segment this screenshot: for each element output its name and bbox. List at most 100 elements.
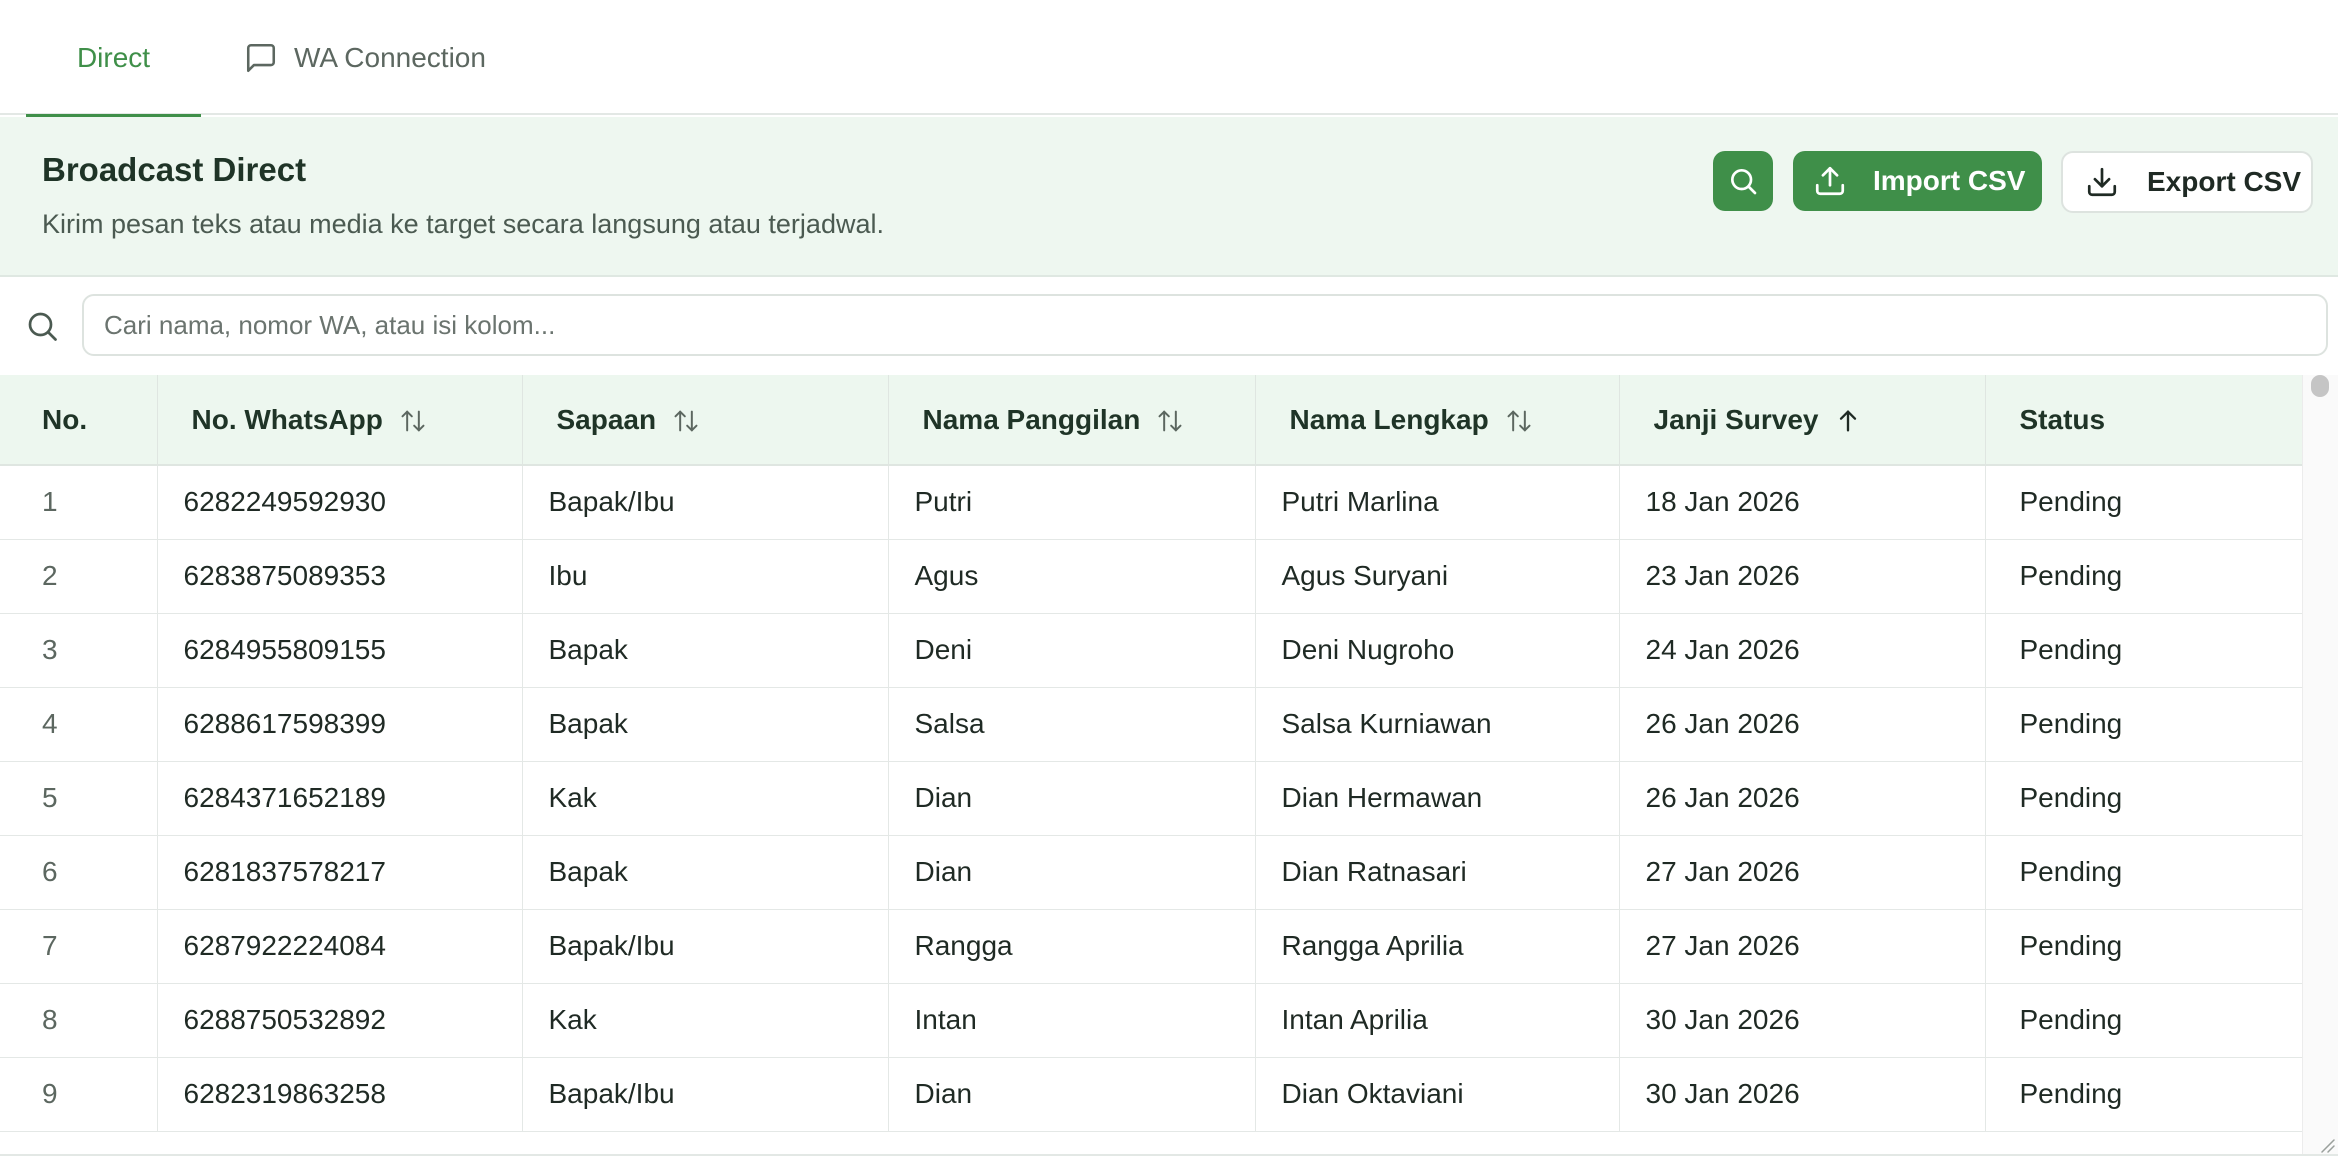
cell-sapaan: Ibu xyxy=(522,539,889,614)
column-header-whatsapp[interactable]: No. WhatsApp xyxy=(157,375,523,466)
cell-nama-lengkap: Agus Suryani xyxy=(1255,539,1620,614)
export-csv-button[interactable]: Export CSV xyxy=(2061,151,2313,213)
column-header-sapaan[interactable]: Sapaan xyxy=(522,375,889,466)
cell-no: 7 xyxy=(0,909,158,984)
cell-janji-survey: 23 Jan 2026 xyxy=(1619,539,1986,614)
table-row[interactable]: 8 6288750532892 Kak Intan Intan Aprilia 30 Ja… xyxy=(0,983,2302,1058)
search-bar xyxy=(0,279,2338,375)
cell-janji-survey: 30 Jan 2026 xyxy=(1619,1057,1986,1132)
cell-janji-survey: 24 Jan 2026 xyxy=(1619,613,1986,688)
tab-bar: Direct WA Connection xyxy=(0,0,2338,117)
cell-status: Pending xyxy=(1985,983,2302,1058)
column-header-janji-survey[interactable]: Janji Survey xyxy=(1619,375,1986,466)
cell-nama-panggilan: Dian xyxy=(888,835,1256,910)
page-title: Broadcast Direct xyxy=(42,151,307,188)
cell-nama-lengkap: Deni Nugroho xyxy=(1255,613,1620,688)
cell-status: Pending xyxy=(1985,613,2302,688)
toggle-search-button[interactable] xyxy=(1713,151,1773,211)
column-header-nama-lengkap[interactable]: Nama Lengkap xyxy=(1255,375,1620,466)
column-header-status: Status xyxy=(1985,375,2302,466)
sort-both-icon[interactable] xyxy=(399,407,427,435)
cell-status: Pending xyxy=(1985,761,2302,836)
table-row[interactable]: 4 6288617598399 Bapak Salsa Salsa Kurniawan 2… xyxy=(0,687,2302,762)
column-header-no: No. xyxy=(0,375,158,466)
sort-both-icon[interactable] xyxy=(1505,407,1533,435)
arrow-up-icon[interactable] xyxy=(1834,407,1862,435)
cell-janji-survey: 26 Jan 2026 xyxy=(1619,687,1986,762)
cell-whatsapp: 6288750532892 xyxy=(157,983,523,1058)
resize-grip-icon[interactable] xyxy=(2316,1134,2336,1154)
cell-no: 9 xyxy=(0,1057,158,1132)
page-subtitle: Kirim pesan teks atau media ke target se… xyxy=(42,209,884,239)
column-header-nama-panggilan[interactable]: Nama Panggilan xyxy=(888,375,1256,466)
upload-icon xyxy=(1815,166,1845,196)
cell-nama-panggilan: Dian xyxy=(888,761,1256,836)
cell-sapaan: Kak xyxy=(522,761,889,836)
import-csv-button[interactable]: Import CSV xyxy=(1793,151,2042,211)
table-row[interactable]: 3 6284955809155 Bapak Deni Deni Nugroho 24 Ja… xyxy=(0,613,2302,688)
table-row[interactable]: 5 6284371652189 Kak Dian Dian Hermawan 26 Jan… xyxy=(0,761,2302,836)
cell-whatsapp: 6281837578217 xyxy=(157,835,523,910)
cell-nama-panggilan: Deni xyxy=(888,613,1256,688)
cell-no: 8 xyxy=(0,983,158,1058)
tab-wa-connection[interactable]: WA Connection xyxy=(244,0,486,115)
sort-both-icon[interactable] xyxy=(1156,407,1184,435)
cell-status: Pending xyxy=(1985,909,2302,984)
table-row[interactable]: 1 6282249592930 Bapak/Ibu Putri Putri Marlin… xyxy=(0,465,2302,540)
cell-whatsapp: 6288617598399 xyxy=(157,687,523,762)
cell-nama-lengkap: Dian Oktaviani xyxy=(1255,1057,1620,1132)
table-header-row: No. No. WhatsApp Sapaan Nama Panggilan N… xyxy=(0,375,2302,466)
cell-status: Pending xyxy=(1985,539,2302,614)
cell-janji-survey: 27 Jan 2026 xyxy=(1619,835,1986,910)
cell-sapaan: Bapak/Ibu xyxy=(522,465,889,540)
cell-sapaan: Bapak xyxy=(522,835,889,910)
import-csv-label: Import CSV xyxy=(1873,165,2026,196)
cell-no: 2 xyxy=(0,539,158,614)
cell-sapaan: Bapak xyxy=(522,687,889,762)
cell-janji-survey: 26 Jan 2026 xyxy=(1619,761,1986,836)
tab-direct-label: Direct xyxy=(76,41,151,73)
table-body: 1 6282249592930 Bapak/Ibu Putri Putri Marlin… xyxy=(0,465,2302,1132)
cell-nama-panggilan: Rangga xyxy=(888,909,1256,984)
cell-nama-lengkap: Salsa Kurniawan xyxy=(1255,687,1620,762)
table-row[interactable]: 7 6287922224084 Bapak/Ibu Rangga Rangga Apri… xyxy=(0,909,2302,984)
scrollbar-thumb[interactable] xyxy=(2311,375,2329,397)
cell-status: Pending xyxy=(1985,687,2302,762)
cell-status: Pending xyxy=(1985,835,2302,910)
cell-nama-panggilan: Dian xyxy=(888,1057,1256,1132)
sort-both-icon[interactable] xyxy=(672,407,700,435)
cell-janji-survey: 27 Jan 2026 xyxy=(1619,909,1986,984)
tab-direct[interactable]: Direct xyxy=(26,0,201,117)
cell-janji-survey: 30 Jan 2026 xyxy=(1619,983,1986,1058)
cell-status: Pending xyxy=(1985,465,2302,540)
vertical-scrollbar[interactable] xyxy=(2302,375,2338,1156)
search-icon xyxy=(28,312,57,341)
cell-nama-lengkap: Rangga Aprilia xyxy=(1255,909,1620,984)
page-header: Broadcast Direct Kirim pesan teks atau m… xyxy=(0,117,2338,277)
cell-whatsapp: 6284371652189 xyxy=(157,761,523,836)
search-icon xyxy=(1731,169,1757,195)
table-row[interactable]: 2 6283875089353 Ibu Agus Agus Suryani 23 Jan … xyxy=(0,539,2302,614)
table-row[interactable]: 9 6282319863258 Bapak/Ibu Dian Dian Oktavian… xyxy=(0,1057,2302,1132)
download-icon xyxy=(2087,167,2117,197)
cell-nama-lengkap: Dian Ratnasari xyxy=(1255,835,1620,910)
message-square-icon xyxy=(246,43,276,72)
cell-nama-panggilan: Salsa xyxy=(888,687,1256,762)
table-row[interactable]: 6 6281837578217 Bapak Dian Dian Ratnasari 27 … xyxy=(0,835,2302,910)
cell-no: 3 xyxy=(0,613,158,688)
cell-sapaan: Bapak/Ibu xyxy=(522,1057,889,1132)
cell-whatsapp: 6282319863258 xyxy=(157,1057,523,1132)
search-input[interactable] xyxy=(82,294,2328,356)
cell-nama-panggilan: Intan xyxy=(888,983,1256,1058)
export-csv-label: Export CSV xyxy=(2147,166,2302,197)
table-bottom-border xyxy=(0,1154,2338,1162)
cell-sapaan: Bapak xyxy=(522,613,889,688)
tab-wa-connection-label: WA Connection xyxy=(294,41,486,73)
cell-whatsapp: 6283875089353 xyxy=(157,539,523,614)
cell-nama-panggilan: Putri xyxy=(888,465,1256,540)
cell-nama-lengkap: Dian Hermawan xyxy=(1255,761,1620,836)
cell-status: Pending xyxy=(1985,1057,2302,1132)
cell-sapaan: Kak xyxy=(522,983,889,1058)
cell-no: 6 xyxy=(0,835,158,910)
contacts-table: No. No. WhatsApp Sapaan Nama Panggilan N… xyxy=(0,375,2302,1156)
